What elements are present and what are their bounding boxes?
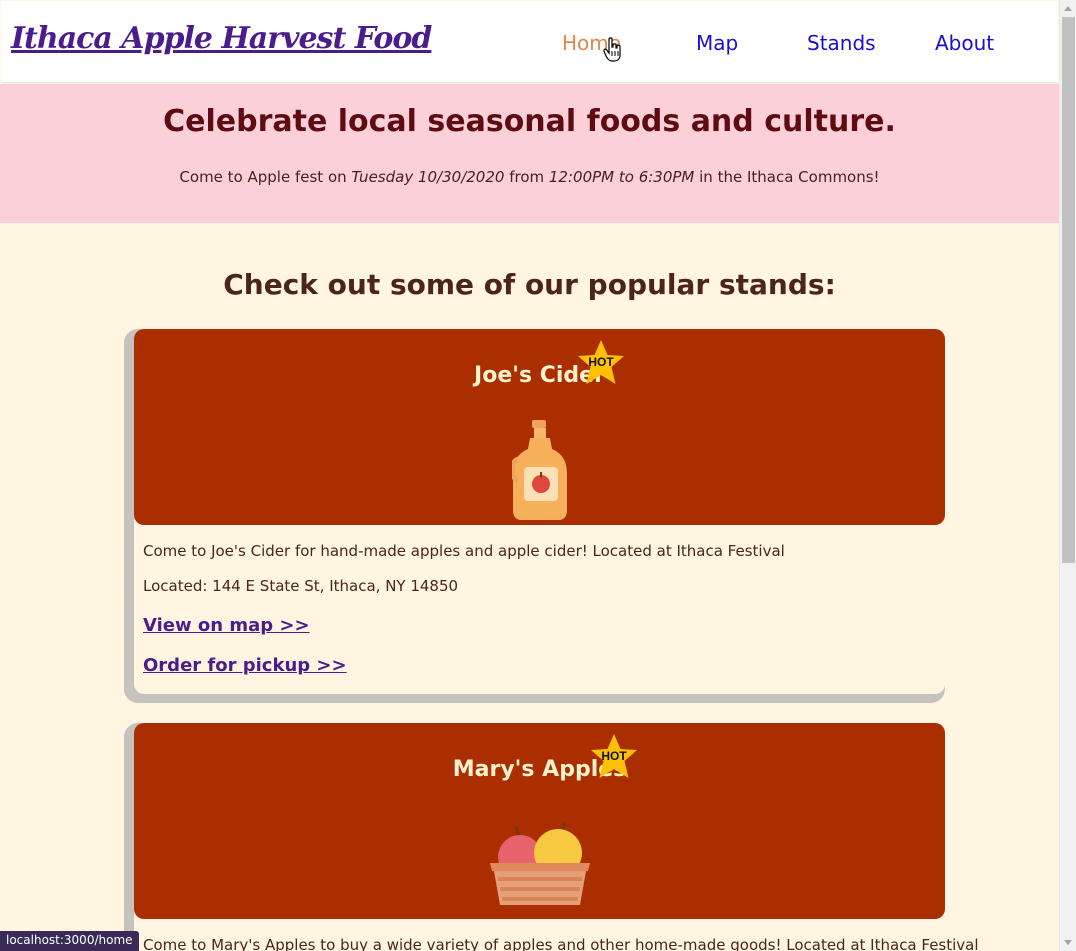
page: Ithaca Apple Harvest Food Home Map Stand…: [0, 0, 1059, 951]
hot-badge-icon: HOT: [578, 340, 624, 384]
section-title: Check out some of our popular stands:: [223, 268, 836, 301]
scroll-thumb[interactable]: [1062, 17, 1075, 563]
card-body: Joe's Cider HOT Come to Joe's Cider for …: [134, 329, 945, 694]
cider-jug-icon: [512, 420, 567, 520]
page-scrollbar[interactable]: [1059, 0, 1076, 951]
stand-description: Come to Mary's Apples to buy a wide vari…: [143, 936, 979, 951]
scroll-down-arrow-icon[interactable]: [1064, 940, 1072, 945]
card-header: Joe's Cider HOT: [134, 329, 945, 525]
festival-time: 12:00PM to 6:30PM: [548, 168, 695, 186]
svg-text:HOT: HOT: [601, 749, 627, 763]
hero-title: Celebrate local seasonal foods and cultu…: [163, 104, 896, 139]
card-header: Mary's Apples HOT: [134, 723, 945, 919]
view-on-map-link[interactable]: View on map >>: [143, 615, 310, 636]
stand-name: Joe's Cider: [474, 363, 605, 388]
stand-name: Mary's Apples: [452, 757, 627, 782]
order-for-pickup-link[interactable]: Order for pickup >>: [143, 655, 347, 676]
festival-date: Tuesday 10/30/2020: [351, 168, 505, 186]
hand-cursor-icon: [603, 37, 621, 62]
hot-badge-icon: HOT: [591, 734, 637, 778]
stand-card: Joe's Cider HOT Come to Joe's Cider for …: [124, 329, 945, 703]
hero-subtitle: Come to Apple fest on Tuesday 10/30/2020…: [179, 168, 880, 186]
stand-card: Mary's Apples HOT Come to Mary's Apples …: [124, 723, 979, 951]
hero-banner: Celebrate local seasonal foods and cultu…: [0, 84, 1059, 223]
stand-description: Come to Joe's Cider for hand-made apples…: [143, 542, 785, 560]
brand-logo-link[interactable]: Ithaca Apple Harvest Food: [11, 21, 432, 56]
status-bar-url: localhost:3000/home: [0, 931, 139, 951]
nav-link-map[interactable]: Map: [696, 31, 738, 55]
nav-link-about[interactable]: About: [935, 31, 994, 55]
navbar: Ithaca Apple Harvest Food Home Map Stand…: [1, 1, 1058, 83]
card-body: Mary's Apples HOT Come to Mary's Apples …: [134, 723, 979, 951]
stand-location: Located: 144 E State St, Ithaca, NY 1485…: [143, 577, 459, 595]
apple-basket-icon: [490, 822, 590, 905]
nav-link-stands[interactable]: Stands: [807, 31, 876, 55]
scroll-up-arrow-icon[interactable]: [1064, 6, 1072, 11]
svg-text:HOT: HOT: [588, 355, 614, 369]
